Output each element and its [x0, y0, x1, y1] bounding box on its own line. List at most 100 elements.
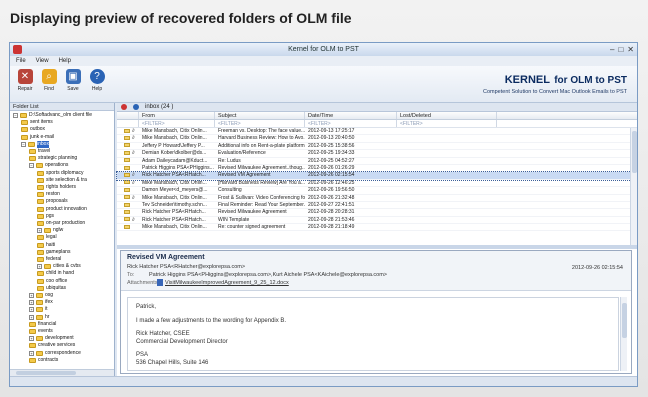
folder-item[interactable]: legal — [37, 234, 57, 241]
folder-item[interactable]: contracts — [29, 357, 58, 364]
folder-item[interactable]: − operations — [29, 162, 68, 169]
attachment-clip-icon: ∂ — [132, 172, 135, 179]
folder-item[interactable]: + it — [29, 306, 48, 313]
folder-item[interactable]: coo office — [37, 278, 67, 285]
cell-from: Patrick Higgins PSA<PHiggins... — [142, 164, 214, 171]
expand-toggle-icon[interactable]: − — [13, 113, 18, 118]
folder-item[interactable]: proposals — [37, 198, 68, 205]
folder-item[interactable]: sports diplomacy — [37, 170, 84, 177]
col-subject[interactable]: Subject — [215, 112, 305, 119]
folder-item[interactable]: outbox — [21, 126, 45, 133]
folder-item[interactable]: financial — [29, 321, 56, 328]
col-from[interactable]: From — [139, 112, 215, 119]
folder-icon — [36, 336, 43, 342]
folder-item[interactable]: child in hand — [37, 270, 74, 277]
message-row[interactable]: Adam Daileycadam@Kduct... Re: Ludus 2012-0… — [117, 158, 637, 165]
cell-from: Damon Meyer<d_meyers@... — [142, 187, 208, 194]
folder-item[interactable]: product innovation — [37, 206, 87, 213]
folder-item[interactable]: − D:\Softadvanc_olm client file — [13, 112, 92, 119]
close-button[interactable]: ✕ — [627, 44, 634, 55]
message-row[interactable]: Damon Meyer<d_meyers@... Consulting 2012-0… — [117, 187, 637, 195]
cell-lost — [397, 195, 497, 201]
folder-hscrollbar[interactable] — [10, 369, 114, 376]
expand-toggle-icon[interactable]: − — [29, 163, 34, 169]
cell-date: 2012-09-13 17:25:17 — [308, 128, 355, 134]
filter-from[interactable]: <FILTER> — [139, 120, 215, 127]
preview-vscrollbar[interactable] — [620, 297, 627, 371]
folder-icon — [36, 300, 43, 306]
expand-toggle-icon[interactable]: + — [29, 307, 34, 313]
save-button[interactable]: ▣ Save — [64, 69, 82, 92]
filter-subject[interactable]: <FILTER> — [215, 120, 305, 127]
message-row[interactable]: ∂ Demian Kober\dkolber@ds... Evaluation/Re… — [117, 150, 637, 158]
message-row[interactable]: ∂ Mike Mansbach, Citix Onlin... Harvard Bu… — [117, 135, 637, 143]
col-date[interactable]: Date/Time — [305, 112, 397, 119]
folder-item[interactable]: + hr — [29, 314, 49, 321]
message-row[interactable]: ∂ Mike Mansbach, Citix Onlin... [Harvard B… — [117, 180, 637, 188]
menu-help[interactable]: Help — [59, 56, 71, 66]
refresh-icon[interactable] — [133, 104, 139, 110]
expand-toggle-icon[interactable]: + — [29, 350, 34, 356]
cell-lost — [397, 172, 497, 178]
menu-bar: File View Help — [10, 56, 637, 66]
folder-item[interactable]: + development — [29, 335, 74, 342]
filter-date[interactable]: <FILTER> — [305, 120, 397, 127]
folder-item[interactable]: haiti — [37, 242, 55, 249]
maximize-button[interactable]: □ — [618, 44, 623, 55]
folder-item[interactable]: strategic planning — [29, 155, 77, 162]
message-row[interactable]: Tev Schneider\timothy.schn... Final Remin… — [117, 202, 637, 210]
expand-toggle-icon[interactable]: − — [21, 141, 26, 147]
menu-view[interactable]: View — [36, 56, 49, 66]
help-button[interactable]: ? Help — [88, 69, 106, 92]
folder-item[interactable]: − inbox — [21, 140, 49, 148]
folder-item[interactable]: + nglw — [37, 227, 63, 234]
folder-item[interactable]: + osg — [29, 292, 53, 299]
expand-toggle-icon[interactable]: + — [29, 314, 34, 320]
expand-toggle-icon[interactable]: + — [37, 228, 42, 234]
message-row[interactable]: ∂ Rick Hatcher PSA<RHatch... Revised VM Ag… — [116, 171, 637, 181]
folder-label: inbox — [37, 140, 49, 148]
expand-toggle-icon[interactable]: + — [29, 336, 34, 342]
folder-item[interactable]: sent items — [21, 119, 53, 126]
folder-item[interactable]: site selection & tra — [37, 177, 87, 184]
folder-item[interactable]: federal — [37, 256, 61, 263]
delete-icon[interactable] — [121, 104, 127, 110]
message-vscrollbar[interactable] — [630, 128, 637, 245]
filter-lost[interactable]: <FILTER> — [397, 120, 497, 127]
folder-item[interactable]: ubiquitas — [37, 285, 66, 292]
message-row[interactable]: ∂ Mike Mansbach, Citix Onlin... Frost & Su… — [117, 195, 637, 202]
expand-toggle-icon[interactable]: + — [37, 264, 42, 270]
folder-item[interactable]: on-par production — [37, 220, 85, 227]
pane-splitter[interactable] — [117, 245, 637, 249]
folder-label: pgs — [46, 212, 55, 219]
menu-file[interactable]: File — [16, 56, 26, 66]
folder-item[interactable]: events — [29, 328, 53, 335]
expand-toggle-icon[interactable]: + — [29, 300, 34, 306]
message-row[interactable]: ∂ Mike Mansbach, Citix Onlin... Freeman vs… — [117, 128, 637, 136]
folder-icon — [37, 206, 44, 212]
message-row[interactable]: ∂ Rick Hatcher PSA<RHatch... WIN Template 2… — [117, 216, 637, 225]
folder-item[interactable]: + ifex — [29, 299, 53, 306]
folder-item[interactable]: creative services — [29, 342, 75, 349]
message-row[interactable]: Rick Hatcher PSA<RHatch... Revised Milwau… — [117, 209, 637, 217]
folder-item[interactable]: gameplans — [37, 249, 70, 256]
message-row[interactable]: Patrick Higgins PSA<PHiggins... Revised M… — [117, 164, 637, 173]
expand-toggle-icon[interactable]: + — [29, 293, 34, 298]
folder-item[interactable]: pgs — [37, 213, 54, 220]
minimize-button[interactable]: – — [610, 44, 614, 55]
folder-item[interactable]: travel — [29, 148, 50, 155]
preview-attachment[interactable]: VisitMilwaukeeImprovedAgreement_9_25_12.… — [165, 280, 289, 286]
col-icons[interactable] — [117, 112, 139, 119]
message-row[interactable]: Mike Mansbach, Citix Onlin... Re: counter… — [117, 224, 637, 232]
folder-item[interactable]: rights holders — [37, 184, 76, 191]
folder-item[interactable]: reston — [37, 191, 60, 198]
col-lost-deleted[interactable]: Lost/Deleted — [397, 112, 497, 119]
folder-item[interactable]: junk e-mail — [21, 134, 54, 141]
folder-item[interactable]: + cities & cvbs — [37, 263, 81, 270]
message-row[interactable]: Jeffery P Howard\Jeffery P... Additional … — [117, 143, 637, 151]
repair-button[interactable]: ✕ Repair — [16, 69, 34, 92]
find-button[interactable]: ⌕ Find — [40, 69, 58, 92]
cell-subject: WIN Template — [218, 216, 250, 223]
folder-icon — [37, 278, 44, 284]
folder-item[interactable]: + correspondence — [29, 350, 81, 357]
